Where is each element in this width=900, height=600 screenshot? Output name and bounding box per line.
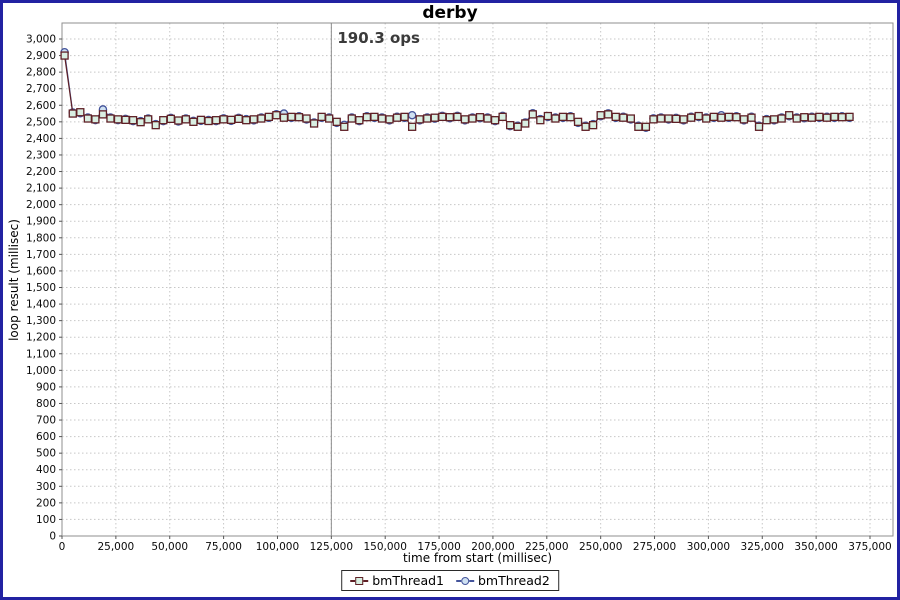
- svg-text:1,200: 1,200: [26, 332, 56, 344]
- svg-text:2,100: 2,100: [26, 183, 56, 195]
- svg-text:2,200: 2,200: [26, 166, 56, 178]
- svg-text:1,000: 1,000: [26, 365, 56, 377]
- svg-text:400: 400: [36, 464, 56, 476]
- svg-text:1,500: 1,500: [26, 282, 56, 294]
- legend-line-icon: [469, 580, 474, 582]
- svg-text:500: 500: [36, 448, 56, 460]
- x-axis-title: time from start (millisec): [62, 551, 893, 565]
- svg-text:2,400: 2,400: [26, 133, 56, 145]
- legend-label: bmThread2: [478, 573, 550, 588]
- chart-window: derby 025,00050,00075,000100,000125,0001…: [0, 0, 900, 600]
- svg-text:200: 200: [36, 497, 56, 509]
- svg-text:2,000: 2,000: [26, 199, 56, 211]
- svg-text:3,000: 3,000: [26, 34, 56, 46]
- y-axis-title: loop result (millisec): [7, 219, 21, 341]
- legend-item-bmthread2: bmThread2: [456, 573, 550, 588]
- svg-text:0: 0: [49, 531, 56, 543]
- svg-text:2,900: 2,900: [26, 50, 56, 62]
- svg-text:2,500: 2,500: [26, 116, 56, 128]
- svg-text:100: 100: [36, 514, 56, 526]
- svg-text:2,800: 2,800: [26, 67, 56, 79]
- svg-text:1,800: 1,800: [26, 232, 56, 244]
- svg-text:1,100: 1,100: [26, 348, 56, 360]
- svg-text:700: 700: [36, 415, 56, 427]
- plot-area[interactable]: 025,00050,00075,000100,000125,000150,000…: [3, 3, 897, 597]
- legend-label: bmThread1: [372, 573, 444, 588]
- svg-text:190.3 ops: 190.3 ops: [337, 29, 420, 47]
- legend-line-icon: [363, 580, 368, 582]
- legend-square-marker-icon: [355, 577, 363, 585]
- svg-text:2,600: 2,600: [26, 100, 56, 112]
- svg-text:1,900: 1,900: [26, 216, 56, 228]
- legend: bmThread1 bmThread2: [341, 570, 559, 591]
- svg-text:1,400: 1,400: [26, 299, 56, 311]
- svg-text:1,300: 1,300: [26, 315, 56, 327]
- svg-text:900: 900: [36, 381, 56, 393]
- svg-text:600: 600: [36, 431, 56, 443]
- svg-text:1,700: 1,700: [26, 249, 56, 261]
- legend-circle-marker-icon: [461, 577, 469, 585]
- legend-item-bmthread1: bmThread1: [350, 573, 444, 588]
- svg-text:300: 300: [36, 481, 56, 493]
- svg-text:1,600: 1,600: [26, 265, 56, 277]
- svg-text:2,700: 2,700: [26, 83, 56, 95]
- svg-text:800: 800: [36, 398, 56, 410]
- svg-text:2,300: 2,300: [26, 149, 56, 161]
